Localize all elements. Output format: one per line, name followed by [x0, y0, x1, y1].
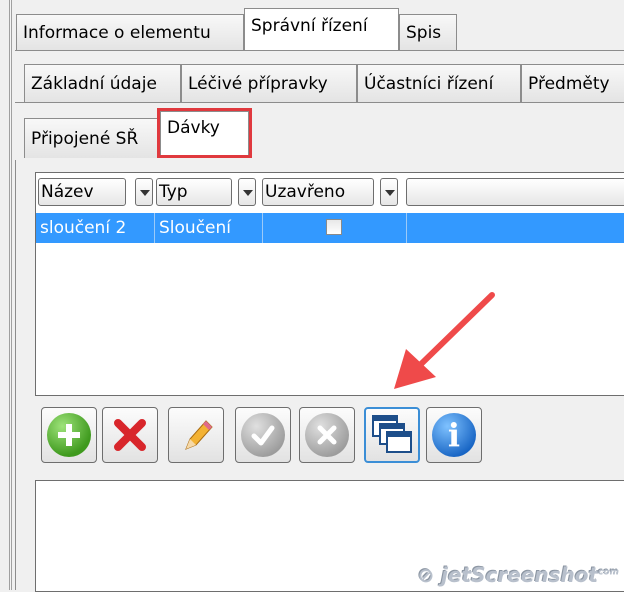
info-icon: i — [432, 413, 476, 457]
watermark-logo-icon: ⊘ — [417, 563, 442, 587]
uzavreno-checkbox[interactable] — [326, 219, 342, 235]
edit-icon — [185, 420, 213, 450]
column-header-label: Uzavřeno — [265, 182, 346, 202]
annotation-arrow-icon — [394, 292, 495, 389]
column-header-label: Název — [41, 182, 94, 202]
add-icon — [47, 413, 91, 457]
tab-davky[interactable]: Dávky — [157, 108, 252, 158]
tab-row-divider — [15, 50, 624, 51]
cell-separator — [406, 213, 407, 243]
tab-row-divider — [15, 102, 624, 103]
tab-pripojene-sr[interactable]: Připojené SŘ — [24, 118, 160, 158]
filter-dropdown-typ[interactable] — [238, 178, 256, 206]
tab-spravni-rizeni[interactable]: Správní řízení — [244, 8, 399, 50]
column-header-uzavreno[interactable]: Uzavřeno — [262, 178, 374, 206]
column-header-empty — [406, 178, 624, 206]
column-header-typ[interactable]: Typ — [156, 178, 232, 206]
cell-nazev: sloučení 2 — [40, 218, 127, 238]
tab-predmety[interactable]: Předměty — [521, 64, 624, 102]
tab-informace-o-elementu[interactable]: Informace o elementu — [16, 14, 244, 50]
confirm-icon — [241, 413, 285, 457]
detail-panel: ⊘ jetScreenshotcom — [35, 480, 624, 592]
filter-dropdown-uzavreno[interactable] — [380, 178, 398, 206]
column-header-nazev[interactable]: Název — [38, 178, 126, 206]
filter-dropdown-nazev[interactable] — [135, 178, 153, 206]
tab-label: Informace o elementu — [23, 22, 211, 43]
cell-typ: Sloučení — [159, 218, 231, 238]
tab-label: Správní řízení — [251, 15, 368, 36]
cell-separator — [262, 213, 263, 243]
delete-icon — [114, 419, 146, 451]
info-button[interactable]: i — [426, 407, 482, 463]
cancel-button[interactable] — [299, 407, 355, 463]
column-header-label: Typ — [159, 182, 188, 202]
tab-label: Spis — [406, 22, 442, 43]
tab-label: Předměty — [528, 73, 610, 94]
tab-ucastnici-rizeni[interactable]: Účastníci řízení — [357, 64, 521, 102]
tab-label: Základní údaje — [31, 73, 157, 94]
confirm-button[interactable] — [235, 407, 291, 463]
cancel-icon — [305, 413, 349, 457]
watermark-text: jetScreenshot — [441, 563, 599, 587]
watermark: ⊘ jetScreenshotcom — [417, 563, 619, 587]
windows-icon — [372, 415, 412, 453]
tab-label: Účastníci řízení — [364, 73, 494, 94]
tab-lecive-pripravky[interactable]: Léčivé přípravky — [181, 64, 357, 102]
tab-spis[interactable]: Spis — [399, 14, 457, 50]
tab-label: Připojené SŘ — [31, 128, 139, 149]
tab-label: Dávky — [167, 118, 220, 138]
cell-separator — [154, 213, 155, 243]
edit-button[interactable] — [168, 407, 224, 463]
tab-label: Léčivé přípravky — [188, 73, 328, 94]
windows-button[interactable] — [364, 407, 420, 463]
left-frame-border — [9, 0, 12, 590]
add-button[interactable] — [41, 407, 97, 463]
watermark-suffix: com — [598, 567, 619, 578]
tab-zakladni-udaje[interactable]: Základní údaje — [24, 64, 181, 102]
delete-button[interactable] — [102, 407, 158, 463]
